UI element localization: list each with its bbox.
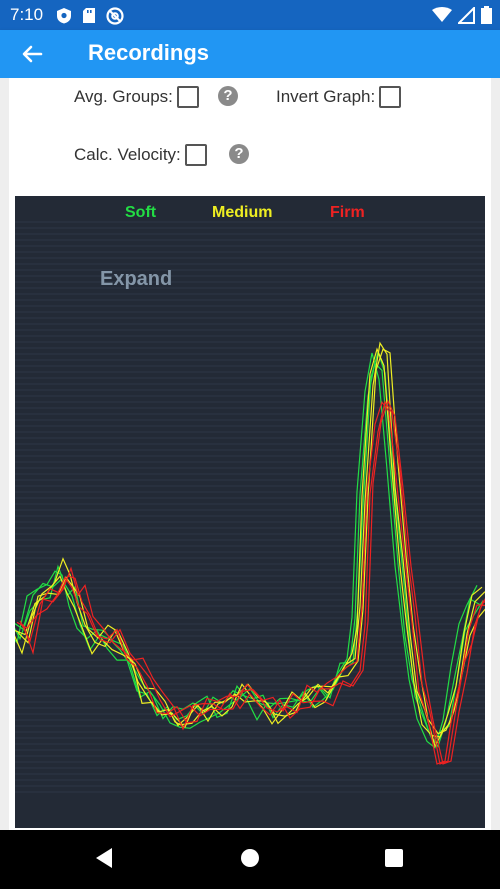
recording-graph[interactable] — [15, 196, 485, 828]
calc-velocity-option: Calc. Velocity: — [74, 144, 207, 166]
calc-velocity-label: Calc. Velocity: — [74, 145, 181, 164]
status-time: 7:10 — [10, 5, 44, 24]
app-bar: Recordings — [0, 30, 500, 78]
arrow-left-icon — [22, 45, 43, 63]
calc-velocity-help-icon[interactable]: ? — [229, 144, 249, 164]
page-title: Recordings — [88, 40, 210, 65]
calc-velocity-checkbox[interactable] — [184, 144, 207, 166]
invert-graph-checkbox[interactable] — [379, 86, 402, 108]
avg-groups-option: Avg. Groups: — [74, 86, 199, 108]
wifi-icon — [432, 7, 452, 22]
legend-soft: Soft — [125, 204, 157, 221]
graph-panel[interactable]: Soft Medium Firm — [15, 196, 485, 828]
back-button[interactable] — [14, 40, 54, 68]
expand-button[interactable]: Expand — [100, 268, 172, 291]
avg-groups-label: Avg. Groups: — [74, 87, 173, 106]
avg-groups-checkbox[interactable] — [176, 86, 199, 108]
at-sign-icon — [106, 7, 124, 25]
series-lines — [15, 341, 485, 765]
cell-signal-icon — [458, 6, 475, 24]
status-bar: 7:10 — [0, 0, 500, 30]
avg-groups-help-icon[interactable]: ? — [218, 86, 238, 106]
battery-icon — [481, 6, 492, 24]
home-circle-icon[interactable] — [240, 847, 260, 869]
back-triangle-icon[interactable] — [94, 847, 114, 869]
invert-graph-label: Invert Graph: — [276, 87, 376, 106]
invert-graph-option: Invert Graph: — [276, 86, 402, 108]
shield-icon — [57, 8, 71, 24]
legend-firm: Firm — [330, 204, 365, 221]
nav-bar — [0, 830, 500, 889]
recents-square-icon[interactable] — [384, 847, 404, 869]
legend-medium: Medium — [212, 204, 273, 221]
sd-card-icon — [83, 8, 95, 23]
